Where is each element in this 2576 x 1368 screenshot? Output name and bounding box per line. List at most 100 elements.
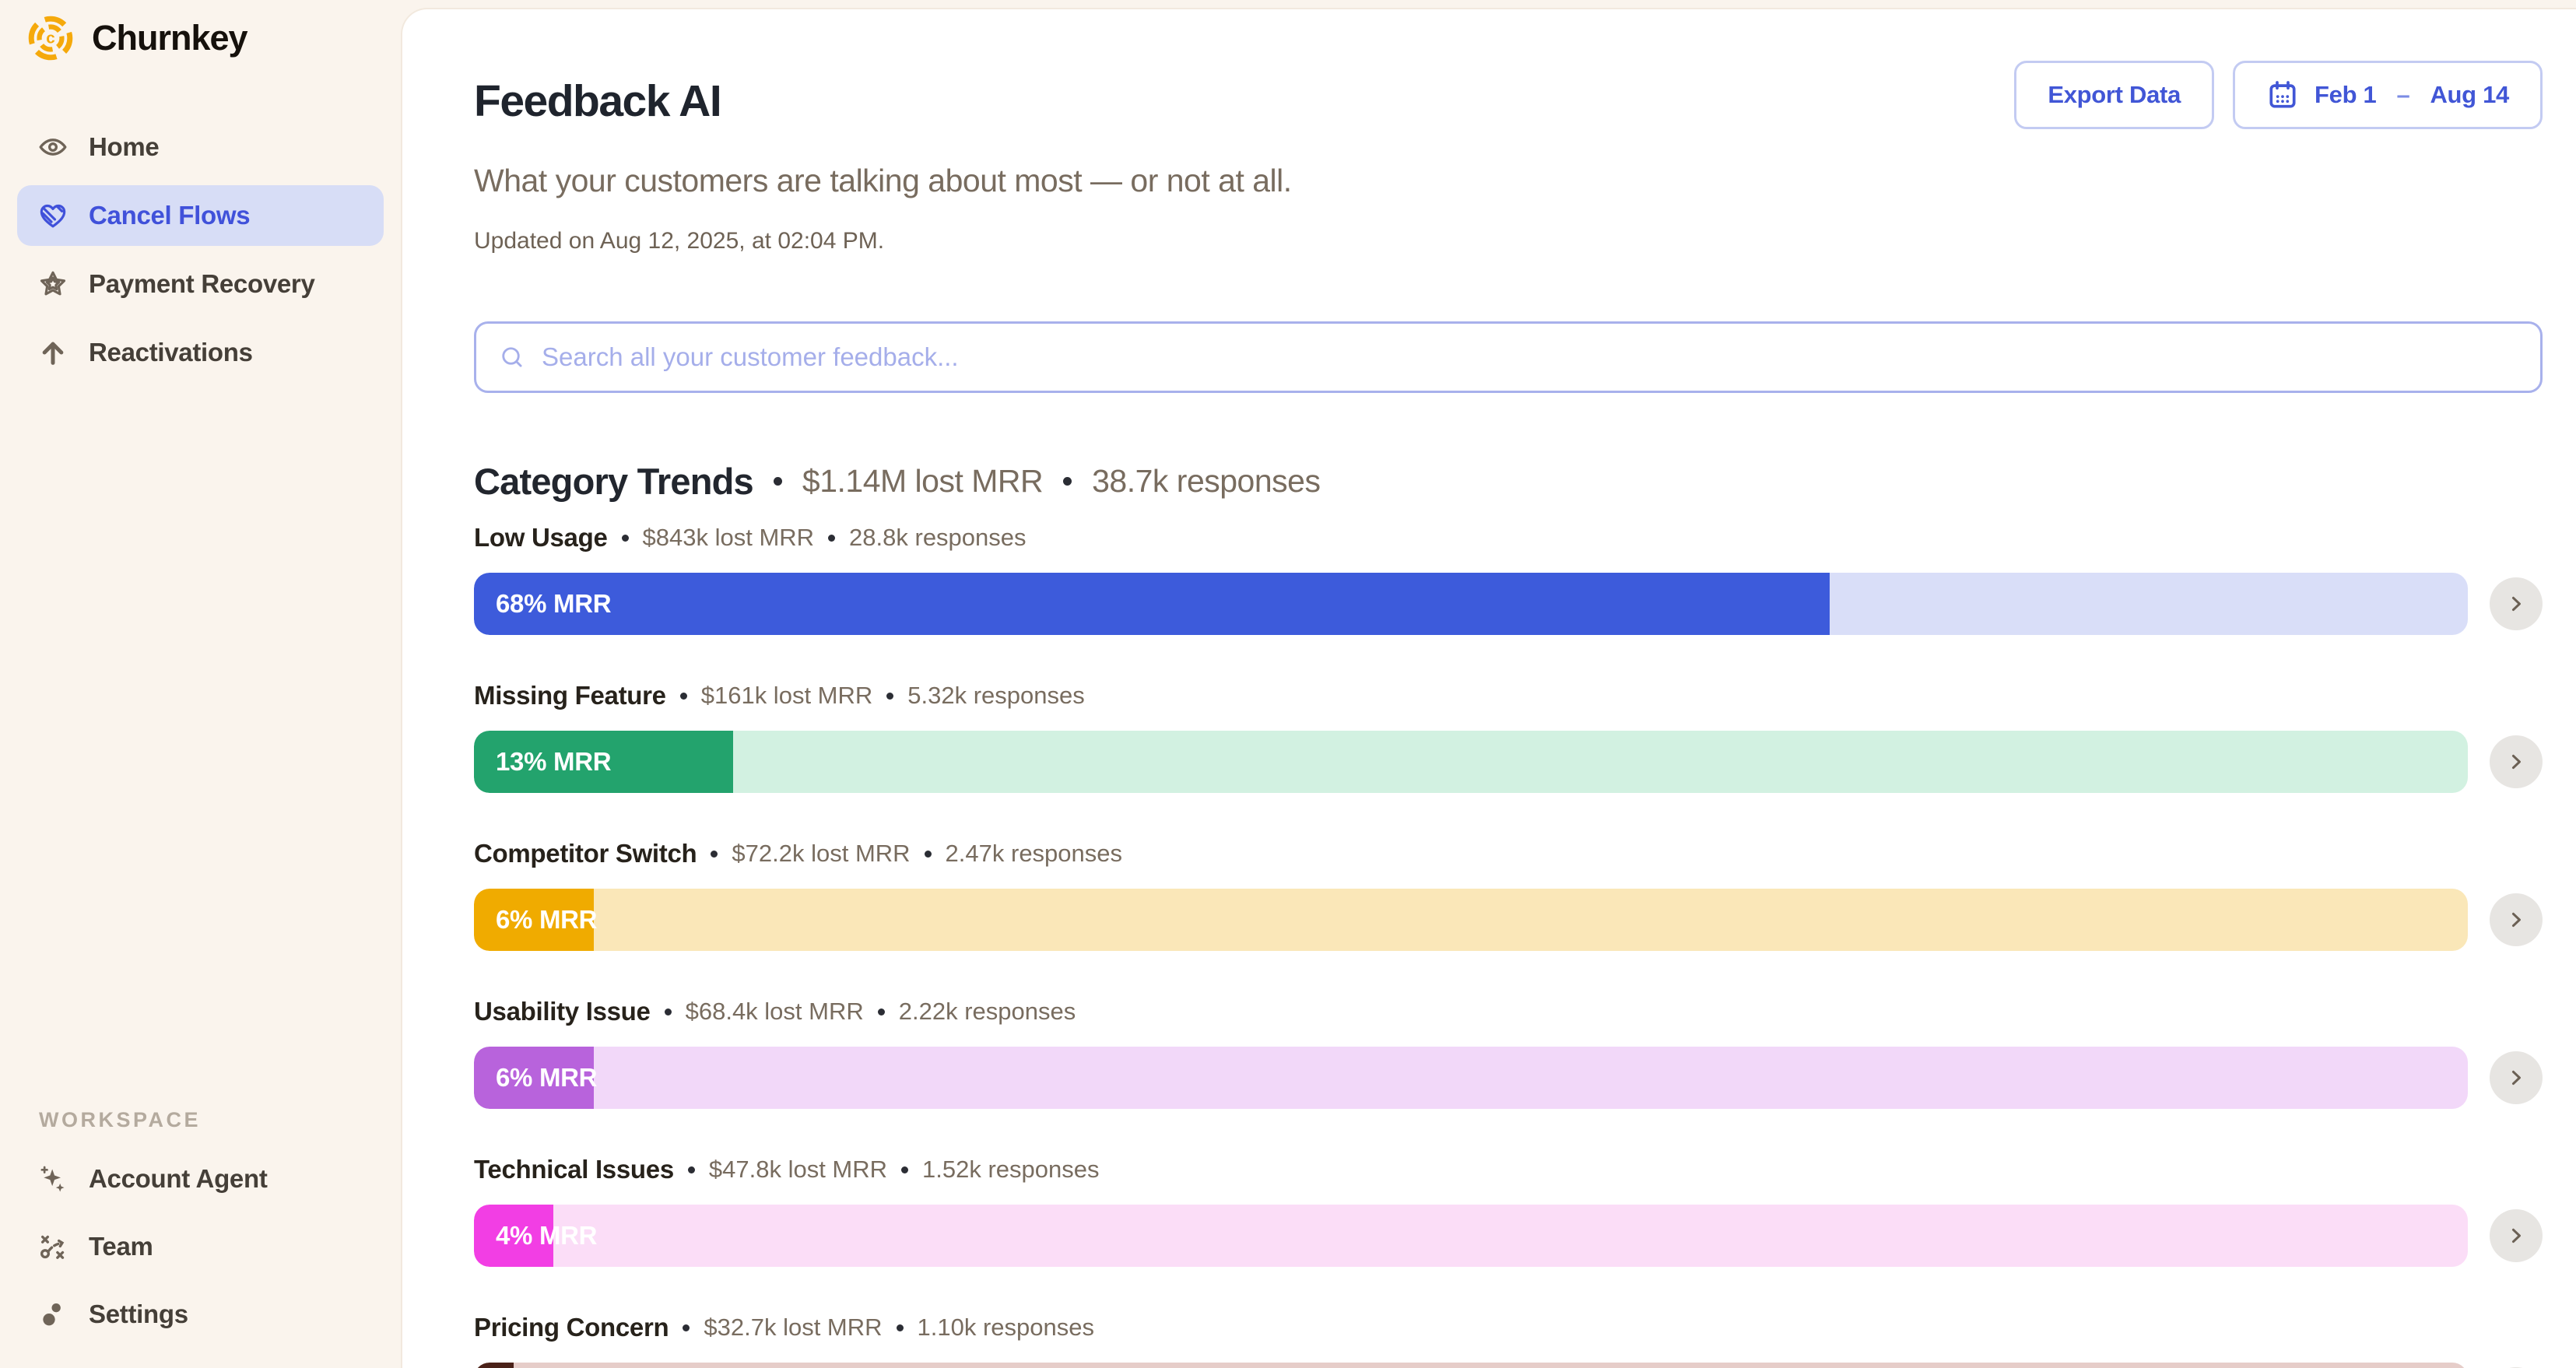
chevron-right-icon xyxy=(2505,1067,2527,1089)
category-lost-mrr: $161k lost MRR xyxy=(701,679,873,712)
category-name: Technical Issues xyxy=(474,1153,674,1186)
bullet-separator xyxy=(878,1008,885,1015)
category-name: Pricing Concern xyxy=(474,1311,669,1344)
sparkles-icon xyxy=(37,1163,68,1194)
sidebar-item-label: Home xyxy=(89,132,160,162)
category-responses: 5.32k responses xyxy=(907,679,1084,712)
category-rows: Low Usage $843k lost MRR 28.8k responses… xyxy=(474,521,2543,1368)
search-bar[interactable] xyxy=(474,321,2543,393)
category-bar-label: 6% MRR xyxy=(496,905,597,935)
category-responses: 28.8k responses xyxy=(849,521,1026,554)
category-bar-track[interactable]: 68% MRR xyxy=(474,573,2468,635)
category-bar-fill xyxy=(474,1363,514,1368)
category-bar-label: 6% MRR xyxy=(496,1063,597,1093)
category-lost-mrr: $32.7k lost MRR xyxy=(704,1311,882,1344)
bullet-separator xyxy=(665,1008,672,1015)
category-row-missing-feature: Missing Feature $161k lost MRR 5.32k res… xyxy=(474,679,2543,793)
chevron-right-icon xyxy=(2505,1225,2527,1247)
bullet-separator xyxy=(688,1166,695,1173)
category-expand-button[interactable] xyxy=(2490,577,2543,630)
page-title: Feedback AI xyxy=(474,75,721,127)
export-data-button[interactable]: Export Data xyxy=(2014,61,2214,129)
category-lost-mrr: $68.4k lost MRR xyxy=(686,995,864,1028)
heart-icon xyxy=(37,200,68,231)
date-range-button[interactable]: Feb 1 – Aug 14 xyxy=(2233,61,2543,129)
chevron-right-icon xyxy=(2505,751,2527,773)
section-lost-mrr: $1.14M lost MRR xyxy=(802,463,1043,500)
churnkey-logo-icon: c xyxy=(26,14,75,62)
category-responses: 2.22k responses xyxy=(899,995,1076,1028)
category-bar-track[interactable]: 4% MRR xyxy=(474,1205,2468,1267)
category-lost-mrr: $72.2k lost MRR xyxy=(732,837,910,870)
section-title: Category Trends xyxy=(474,460,753,503)
category-expand-button[interactable] xyxy=(2490,1051,2543,1104)
sidebar-item-payment-recovery[interactable]: Payment Recovery xyxy=(17,254,384,314)
bullet-separator xyxy=(897,1324,904,1331)
category-row-usability-issue: Usability Issue $68.4k lost MRR 2.22k re… xyxy=(474,995,2543,1109)
category-row-technical-issues: Technical Issues $47.8k lost MRR 1.52k r… xyxy=(474,1153,2543,1267)
category-responses: 2.47k responses xyxy=(946,837,1122,870)
date-range-start: Feb 1 xyxy=(2315,81,2376,109)
sidebar-item-settings[interactable]: Settings xyxy=(17,1284,384,1345)
bullet-separator xyxy=(683,1324,690,1331)
workspace-section: WORKSPACE Account Agent xyxy=(17,1108,384,1345)
bullet-separator xyxy=(1063,477,1072,486)
sidebar-item-label: Account Agent xyxy=(89,1164,268,1194)
export-data-label: Export Data xyxy=(2048,81,2181,109)
brand[interactable]: c Churnkey xyxy=(26,14,401,62)
category-row-pricing-concern: Pricing Concern $32.7k lost MRR 1.10k re… xyxy=(474,1311,2543,1368)
updated-timestamp: Updated on Aug 12, 2025, at 02:04 PM. xyxy=(474,226,2543,256)
search-icon xyxy=(498,343,526,371)
category-bar-track[interactable]: 6% MRR xyxy=(474,889,2468,951)
sidebar-item-label: Team xyxy=(89,1232,153,1261)
chevron-right-icon xyxy=(2505,909,2527,931)
category-bar-label: 13% MRR xyxy=(496,747,611,777)
category-lost-mrr: $47.8k lost MRR xyxy=(709,1153,887,1186)
section-heading: Category Trends $1.14M lost MRR 38.7k re… xyxy=(474,460,2543,503)
category-name: Competitor Switch xyxy=(474,837,697,870)
category-bar-track[interactable] xyxy=(474,1363,2468,1368)
sidebar-item-label: Settings xyxy=(89,1300,188,1329)
category-name: Usability Issue xyxy=(474,995,651,1028)
category-name: Missing Feature xyxy=(474,679,666,712)
svg-text:c: c xyxy=(46,30,55,47)
eye-icon xyxy=(37,132,68,163)
category-lost-mrr: $843k lost MRR xyxy=(643,521,815,554)
category-bar-track[interactable]: 6% MRR xyxy=(474,1047,2468,1109)
sidebar-item-account-agent[interactable]: Account Agent xyxy=(17,1149,384,1209)
category-bar-fill xyxy=(474,573,1830,635)
search-input[interactable] xyxy=(540,342,2518,373)
workspace-label: WORKSPACE xyxy=(17,1108,384,1132)
category-row-low-usage: Low Usage $843k lost MRR 28.8k responses… xyxy=(474,521,2543,635)
sidebar-item-team[interactable]: Team xyxy=(17,1216,384,1277)
brand-name: Churnkey xyxy=(92,18,247,58)
bullet-separator xyxy=(711,851,718,858)
bullet-separator xyxy=(886,693,893,700)
category-bar-track[interactable]: 13% MRR xyxy=(474,731,2468,793)
bullet-separator xyxy=(901,1166,908,1173)
chevron-right-icon xyxy=(2505,593,2527,615)
bullet-separator xyxy=(680,693,687,700)
section-responses: 38.7k responses xyxy=(1092,463,1320,500)
category-responses: 1.52k responses xyxy=(922,1153,1099,1186)
sidebar-item-label: Cancel Flows xyxy=(89,201,250,230)
bullet-separator xyxy=(774,477,782,486)
primary-nav: Home Cancel Flows Payment Recovery xyxy=(17,117,384,383)
category-expand-button[interactable] xyxy=(2490,1209,2543,1262)
category-expand-button[interactable] xyxy=(2490,893,2543,946)
category-responses: 1.10k responses xyxy=(918,1311,1094,1344)
category-bar-label: 68% MRR xyxy=(496,589,611,619)
category-expand-button[interactable] xyxy=(2490,735,2543,788)
header-actions: Export Data Feb 1 – xyxy=(2014,61,2543,129)
sidebar: c Churnkey Home Can xyxy=(0,0,401,1368)
date-range-separator: – xyxy=(2396,81,2409,109)
star-icon xyxy=(37,268,68,300)
sidebar-item-cancel-flows[interactable]: Cancel Flows xyxy=(17,185,384,246)
bullet-separator xyxy=(828,535,835,542)
sidebar-item-label: Payment Recovery xyxy=(89,269,315,299)
main-content: Feedback AI Export Data xyxy=(401,8,2576,1368)
calendar-icon xyxy=(2266,79,2299,111)
sidebar-item-home[interactable]: Home xyxy=(17,117,384,177)
category-name: Low Usage xyxy=(474,521,608,554)
sidebar-item-reactivations[interactable]: Reactivations xyxy=(17,322,384,383)
